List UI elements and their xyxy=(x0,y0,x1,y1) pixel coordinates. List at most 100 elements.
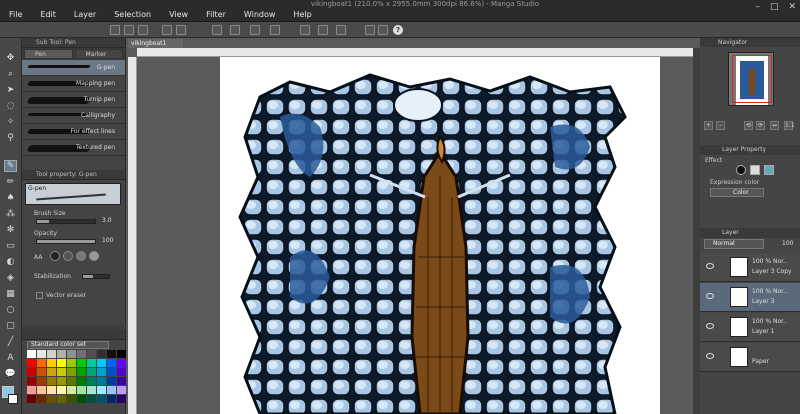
color-swatch[interactable] xyxy=(117,368,126,376)
visibility-eye-icon[interactable] xyxy=(706,293,714,299)
vertical-scrollbar[interactable] xyxy=(693,48,700,414)
color-swatch[interactable] xyxy=(67,359,76,367)
magic-wand-icon[interactable]: ✧ xyxy=(4,116,17,128)
brush-item[interactable]: Calligraphy xyxy=(22,108,125,124)
menu-layer[interactable]: Layer xyxy=(65,8,105,22)
save-icon[interactable] xyxy=(138,25,148,35)
color-swatch[interactable] xyxy=(77,350,86,358)
object-select-icon[interactable]: ➤ xyxy=(4,84,17,96)
color-swatch[interactable] xyxy=(57,395,66,403)
maximize-icon[interactable]: □ xyxy=(770,2,779,12)
color-swatch[interactable] xyxy=(97,377,106,385)
color-swatch[interactable] xyxy=(47,395,56,403)
color-swatch[interactable] xyxy=(117,350,126,358)
color-swatch[interactable] xyxy=(47,386,56,394)
aa-strong-option[interactable] xyxy=(89,251,99,261)
tab-pen[interactable]: Pen xyxy=(24,49,73,59)
help-icon[interactable]: ? xyxy=(393,25,403,35)
color-swatch[interactable] xyxy=(97,386,106,394)
color-swatch[interactable] xyxy=(67,395,76,403)
tab-marker[interactable]: Marker xyxy=(74,49,123,59)
text-icon[interactable]: A xyxy=(4,352,17,364)
brush-size-slider[interactable] xyxy=(36,219,96,224)
color-swatch[interactable] xyxy=(27,368,36,376)
color-swatch[interactable] xyxy=(67,386,76,394)
layer-row[interactable]: 100 % Nor.. Layer 1 xyxy=(700,313,800,342)
color-swatch[interactable] xyxy=(57,377,66,385)
color-swatch[interactable] xyxy=(117,359,126,367)
undo-icon[interactable] xyxy=(162,25,172,35)
color-swatch[interactable] xyxy=(67,377,76,385)
figure-icon[interactable]: ○ xyxy=(4,304,17,316)
color-swatch[interactable] xyxy=(27,386,36,394)
brush-item[interactable]: Turnip pen xyxy=(22,92,125,108)
menu-help[interactable]: Help xyxy=(284,8,320,22)
zoom-in-icon[interactable]: + xyxy=(704,121,713,130)
deselect-icon[interactable] xyxy=(230,25,240,35)
menu-file[interactable]: File xyxy=(0,8,31,22)
color-swatch[interactable] xyxy=(27,350,36,358)
color-swatch[interactable] xyxy=(37,395,46,403)
color-swatch[interactable] xyxy=(87,350,96,358)
color-swatch[interactable] xyxy=(57,386,66,394)
rotate-left-icon[interactable]: ⟲ xyxy=(744,121,753,130)
color-swatch[interactable] xyxy=(37,359,46,367)
color-swatch[interactable] xyxy=(97,368,106,376)
view-options-icon[interactable] xyxy=(365,25,375,35)
aa-medium-option[interactable] xyxy=(76,251,86,261)
effect-color-icon[interactable] xyxy=(764,165,774,175)
color-swatch[interactable] xyxy=(87,377,96,385)
menu-edit[interactable]: Edit xyxy=(31,8,65,22)
color-swatch[interactable] xyxy=(27,377,36,385)
color-swatch[interactable] xyxy=(47,377,56,385)
color-swatch[interactable] xyxy=(97,395,106,403)
aa-none-option[interactable] xyxy=(50,251,60,261)
brush-tool-icon[interactable]: ♠ xyxy=(4,192,17,204)
color-swatch[interactable] xyxy=(87,395,96,403)
actual-size-icon[interactable]: 1:1 xyxy=(784,121,795,130)
snap-special-icon[interactable] xyxy=(336,25,346,35)
color-swatch[interactable] xyxy=(97,359,106,367)
expand-options-icon[interactable] xyxy=(378,25,388,35)
gradient-icon[interactable]: ▦ xyxy=(4,288,17,300)
flip-icon[interactable]: ↔ xyxy=(770,121,779,130)
minimize-icon[interactable]: – xyxy=(755,2,760,12)
close-icon[interactable]: ✕ xyxy=(788,2,796,12)
color-set-select[interactable]: Standard color set xyxy=(27,341,109,349)
snap-grid-icon[interactable] xyxy=(318,25,328,35)
aa-weak-option[interactable] xyxy=(63,251,73,261)
blend-icon[interactable]: ◐ xyxy=(4,256,17,268)
layer-row[interactable]: 100 % Nor.. Layer 3 Copy xyxy=(700,253,800,282)
layer-row[interactable]: 100 % Nor.. Layer 3 xyxy=(700,283,800,312)
redo-icon[interactable] xyxy=(176,25,186,35)
eraser-icon[interactable]: ▭ xyxy=(4,240,17,252)
menu-window[interactable]: Window xyxy=(235,8,285,22)
color-swatch[interactable] xyxy=(77,395,86,403)
visibility-eye-icon[interactable] xyxy=(706,353,714,359)
color-swatch[interactable] xyxy=(107,359,116,367)
color-swatch[interactable] xyxy=(77,368,86,376)
pencil-tool-icon[interactable]: ✏ xyxy=(4,176,17,188)
brush-item[interactable]: Textured pen xyxy=(22,140,125,156)
crop-icon[interactable] xyxy=(250,25,260,35)
color-swatch[interactable] xyxy=(77,377,86,385)
pen-tool-icon[interactable]: ✎ xyxy=(4,160,17,172)
fill-icon[interactable] xyxy=(270,25,280,35)
blend-mode-select[interactable]: Normal xyxy=(704,239,764,249)
color-swatch[interactable] xyxy=(97,350,106,358)
color-swatch[interactable] xyxy=(47,350,56,358)
color-swatch[interactable] xyxy=(67,350,76,358)
vector-eraser-checkbox[interactable] xyxy=(36,292,43,299)
brush-item[interactable]: G-pen xyxy=(22,60,125,76)
opacity-slider[interactable] xyxy=(36,239,96,244)
viking-boat-artwork[interactable] xyxy=(220,57,660,414)
frame-icon[interactable]: ▢ xyxy=(4,320,17,332)
move-icon[interactable]: ✥ xyxy=(4,52,17,64)
decoration-icon[interactable]: ✻ xyxy=(4,224,17,236)
color-swatch[interactable] xyxy=(37,350,46,358)
color-swatch[interactable] xyxy=(77,359,86,367)
visibility-eye-icon[interactable] xyxy=(706,323,714,329)
stabilization-slider[interactable] xyxy=(82,274,110,279)
color-swatch[interactable] xyxy=(87,359,96,367)
zoom-out-icon[interactable]: - xyxy=(716,121,725,130)
